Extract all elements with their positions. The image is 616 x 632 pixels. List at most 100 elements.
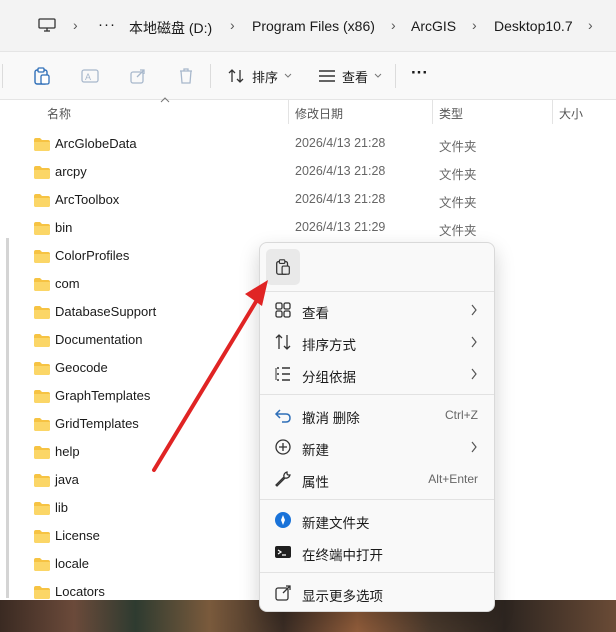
menu-item-label: 排序方式	[302, 338, 356, 353]
svg-text:A: A	[85, 72, 91, 82]
file-row[interactable]: ArcToolbox 2026/4/13 21:28 文件夹	[30, 186, 550, 214]
folder-icon	[34, 306, 50, 319]
paste-icon[interactable]	[32, 66, 52, 86]
menu-item-label: 在终端中打开	[302, 548, 383, 563]
chevron-down-icon	[284, 73, 292, 78]
breadcrumb-desktop[interactable]: Desktop10.7	[494, 18, 573, 34]
file-name: Geocode	[55, 360, 108, 375]
column-divider[interactable]	[432, 100, 433, 124]
menu-item[interactable]: 显示更多选项	[264, 578, 492, 608]
column-divider[interactable]	[288, 100, 289, 124]
folder-icon	[34, 586, 50, 599]
file-name: locale	[55, 556, 89, 571]
menu-item[interactable]: 排序方式	[264, 327, 492, 357]
sort-ascending-icon	[160, 97, 170, 103]
breadcrumb-more[interactable]: ···	[98, 16, 116, 33]
menu-item-shortcut: Ctrl+Z	[445, 408, 478, 422]
context-menu: 查看排序方式分组依据撤消 删除 Ctrl+Z 新建属性 Alt+Enter 新建文件夹在…	[259, 242, 495, 612]
menu-item-label: 撤消 删除	[302, 411, 360, 426]
menu-item-label: 分组依据	[302, 370, 356, 385]
chevron-right-icon[interactable]: ›	[588, 17, 593, 33]
divider	[2, 64, 3, 88]
column-header-type[interactable]: 类型	[439, 105, 463, 122]
menu-item[interactable]: 新建文件夹	[264, 505, 492, 535]
menu-item[interactable]: 撤消 删除 Ctrl+Z	[264, 400, 492, 430]
menu-divider	[260, 572, 494, 573]
folder-icon	[34, 250, 50, 263]
file-type: 文件夹	[439, 140, 477, 154]
menu-item-label: 新建文件夹	[302, 516, 370, 531]
folder-icon	[34, 138, 50, 151]
folder-icon	[34, 474, 50, 487]
paste-button[interactable]	[266, 249, 300, 285]
grid-view-icon	[275, 302, 291, 318]
column-divider[interactable]	[552, 100, 553, 124]
breadcrumb-program-files[interactable]: Program Files (x86)	[252, 18, 375, 34]
menu-item[interactable]: 在终端中打开	[264, 537, 492, 567]
chevron-right-icon[interactable]: ›	[230, 17, 235, 33]
menu-item-label: 显示更多选项	[302, 589, 383, 604]
chevron-down-icon	[374, 73, 382, 78]
computer-icon[interactable]	[38, 18, 56, 32]
file-name: DatabaseSupport	[55, 304, 157, 319]
sort-icon	[275, 334, 291, 350]
menu-item-label: 属性	[302, 475, 329, 490]
menu-item[interactable]: 新建	[264, 432, 492, 462]
menu-divider	[260, 394, 494, 395]
undo-icon	[274, 409, 291, 423]
sort-button[interactable]: 排序	[228, 66, 292, 86]
folder-icon	[34, 446, 50, 459]
folder-icon	[34, 558, 50, 571]
menu-item[interactable]: 属性 Alt+Enter	[264, 464, 492, 494]
file-name: Documentation	[55, 332, 143, 347]
file-row[interactable]: bin 2026/4/13 21:29 文件夹	[30, 214, 550, 242]
chevron-right-icon[interactable]: ›	[391, 17, 396, 33]
view-button[interactable]: 查看	[318, 66, 382, 86]
folder-icon	[34, 194, 50, 207]
scrollbar[interactable]	[6, 238, 9, 598]
file-row[interactable]: arcpy 2026/4/13 21:28 文件夹	[30, 158, 550, 186]
wrench-icon	[275, 471, 291, 487]
file-type: 文件夹	[439, 196, 477, 210]
chevron-right-icon	[471, 336, 477, 348]
folder-icon	[34, 502, 50, 515]
folder-icon	[34, 334, 50, 347]
terminal-icon	[275, 546, 291, 558]
folder-icon	[34, 222, 50, 235]
file-name: GraphTemplates	[55, 388, 151, 403]
column-header-size[interactable]: 大小	[559, 105, 583, 122]
group-by-icon	[275, 367, 290, 381]
menu-divider	[260, 499, 494, 500]
column-header-date[interactable]: 修改日期	[295, 105, 343, 122]
column-header-name[interactable]: 名称	[47, 105, 71, 122]
view-label: 查看	[342, 69, 369, 85]
folder-icon	[34, 390, 50, 403]
folder-icon	[34, 530, 50, 543]
delete-icon[interactable]	[176, 66, 196, 86]
menu-divider	[260, 291, 494, 292]
address-bar: › ··· 本地磁盘 (D:) › Program Files (x86) › …	[0, 0, 616, 52]
file-date: 2026/4/13 21:28	[295, 164, 386, 178]
menu-item-shortcut: Alt+Enter	[428, 472, 478, 486]
share-icon[interactable]	[128, 66, 148, 86]
file-name: ArcToolbox	[55, 192, 120, 207]
file-date: 2026/4/13 21:29	[295, 220, 386, 234]
file-name: ArcGlobeData	[55, 136, 137, 151]
breadcrumb-drive[interactable]: 本地磁盘 (D:)	[129, 18, 212, 38]
file-date: 2026/4/13 21:28	[295, 192, 386, 206]
menu-item[interactable]: 分组依据	[264, 359, 492, 389]
file-type: 文件夹	[439, 168, 477, 182]
breadcrumb-arcgis[interactable]: ArcGIS	[411, 18, 456, 34]
chevron-right-icon[interactable]: ›	[73, 17, 78, 33]
new-folder-icon	[275, 512, 291, 528]
rename-icon[interactable]: A	[80, 66, 100, 86]
menu-item[interactable]: 查看	[264, 295, 492, 325]
file-name: Locators	[55, 584, 105, 599]
new-icon	[275, 439, 291, 455]
folder-icon	[34, 362, 50, 375]
folder-icon	[34, 278, 50, 291]
file-row[interactable]: ArcGlobeData 2026/4/13 21:28 文件夹	[30, 130, 550, 158]
more-options-button[interactable]: ···	[411, 63, 428, 83]
chevron-right-icon[interactable]: ›	[472, 17, 477, 33]
folder-icon	[34, 166, 50, 179]
